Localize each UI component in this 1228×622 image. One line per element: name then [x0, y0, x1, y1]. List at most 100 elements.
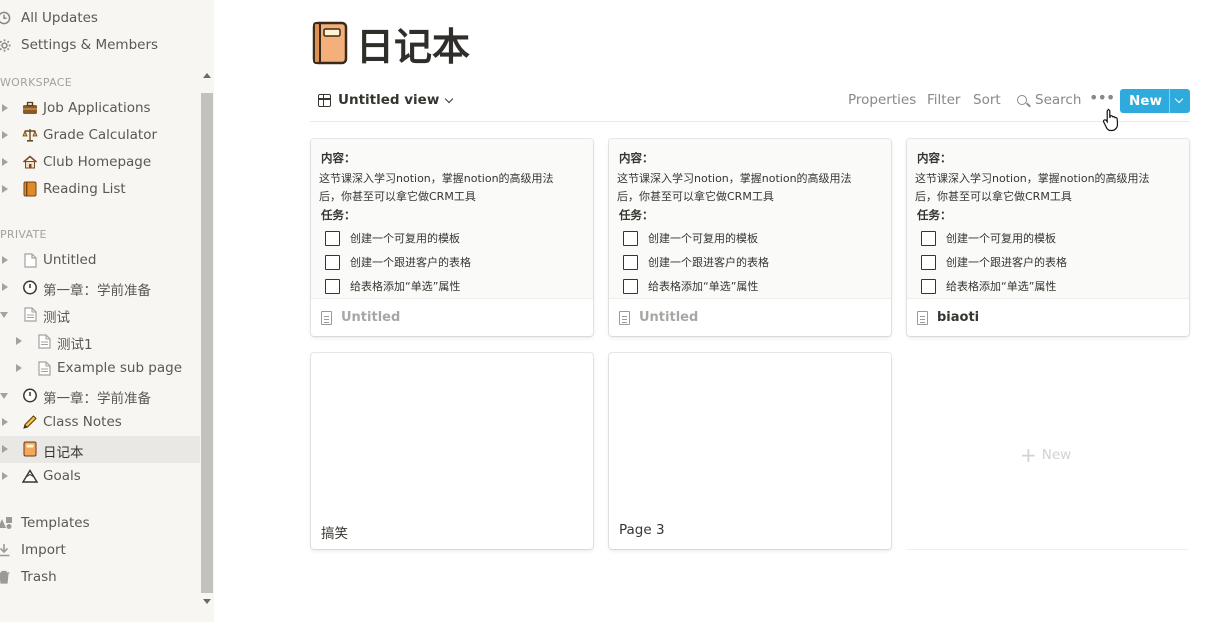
- card-footer: biaoti: [917, 310, 979, 325]
- expand-icon[interactable]: [2, 283, 8, 291]
- sidebar-item-class-notes[interactable]: Class Notes: [0, 409, 200, 436]
- properties-button[interactable]: Properties: [848, 92, 916, 108]
- sidebar-item-test1[interactable]: 测试1: [0, 328, 200, 355]
- sidebar-item-label: 测试: [43, 310, 70, 326]
- scroll-down-icon[interactable]: [203, 599, 211, 604]
- hand-cursor-icon: [1102, 108, 1119, 132]
- gallery-card[interactable]: 内容： 这节课深入学习notion，掌握notion的高级用法 后，你甚至可以拿…: [311, 139, 593, 336]
- doc-icon: [21, 305, 39, 323]
- sidebar-item-job-applications[interactable]: Job Applications: [0, 95, 200, 122]
- expand-icon[interactable]: [2, 418, 8, 426]
- sidebar-item-grade-calculator[interactable]: Grade Calculator: [0, 122, 200, 149]
- sidebar-item-label: Templates: [21, 515, 90, 531]
- preview-task: 给表格添加“单选”属性: [921, 277, 1056, 295]
- mountain-icon: [21, 467, 39, 485]
- expand-icon[interactable]: [2, 472, 8, 480]
- sidebar-item-label: 测试1: [57, 337, 93, 353]
- checkbox: [325, 278, 340, 294]
- new-card-button[interactable]: + New: [906, 353, 1188, 549]
- sidebar-item-untitled[interactable]: Untitled: [0, 247, 200, 274]
- sort-button[interactable]: Sort: [973, 92, 1001, 108]
- search-button[interactable]: Search: [1035, 92, 1081, 108]
- plus-icon: +: [1020, 443, 1037, 467]
- checkbox: [623, 254, 638, 270]
- preview-content-text: 这节课深入学习notion，掌握notion的高级用法 后，你甚至可以拿它做CR…: [617, 172, 852, 203]
- sidebar-item-goals[interactable]: Goals: [0, 463, 200, 490]
- sidebar-item-label: Import: [21, 542, 66, 558]
- sidebar-item-label: Job Applications: [43, 100, 151, 116]
- expand-icon[interactable]: [2, 445, 8, 453]
- sidebar-item-test[interactable]: 测试: [0, 301, 200, 328]
- card-preview: 内容： 这节课深入学习notion，掌握notion的高级用法 后，你甚至可以拿…: [311, 139, 593, 299]
- sidebar-item-label: Goals: [43, 468, 81, 484]
- gallery-card[interactable]: 搞笑: [311, 353, 593, 549]
- filter-button[interactable]: Filter: [927, 92, 960, 108]
- trash-icon: [0, 568, 13, 586]
- sidebar-item-templates[interactable]: Templates: [0, 510, 200, 537]
- sidebar-scrollbar-thumb[interactable]: [201, 93, 213, 593]
- expand-icon[interactable]: [2, 158, 8, 166]
- gallery-card[interactable]: 内容： 这节课深入学习notion，掌握notion的高级用法 后，你甚至可以拿…: [609, 139, 891, 336]
- card-preview: 内容： 这节课深入学习notion，掌握notion的高级用法 后，你甚至可以拿…: [907, 139, 1189, 299]
- expand-icon[interactable]: [2, 185, 8, 193]
- sidebar-item-reading-list[interactable]: Reading List: [0, 176, 200, 203]
- notebook-icon[interactable]: [312, 21, 348, 65]
- checkbox: [921, 230, 936, 246]
- new-button[interactable]: New: [1120, 89, 1190, 113]
- view-name: Untitled view: [338, 92, 440, 108]
- section-label-workspace: WORKSPACE: [0, 76, 72, 89]
- page-title[interactable]: 日记本: [312, 16, 470, 71]
- gallery-card[interactable]: 内容： 这节课深入学习notion，掌握notion的高级用法 后，你甚至可以拿…: [907, 139, 1189, 336]
- expand-icon[interactable]: [2, 131, 8, 139]
- preview-tasks-heading: 任务：: [619, 208, 654, 222]
- import-icon: [0, 541, 13, 559]
- sidebar-item-example-sub-page[interactable]: Example sub page: [0, 355, 200, 382]
- sidebar-item-all-updates[interactable]: All Updates: [0, 5, 200, 32]
- doc-icon: [21, 251, 39, 269]
- more-options-icon[interactable]: •••: [1089, 88, 1115, 107]
- scroll-up-icon[interactable]: [203, 73, 211, 78]
- sidebar-item-label: Trash: [21, 569, 57, 585]
- preview-task: 给表格添加“单选”属性: [325, 277, 460, 295]
- scales-emoji-icon: [21, 126, 39, 144]
- doc-icon: [35, 332, 53, 350]
- chevron-down-icon[interactable]: [1174, 94, 1184, 104]
- collapse-icon[interactable]: [0, 393, 8, 399]
- sidebar-item-label: 日记本: [43, 445, 84, 461]
- expand-icon[interactable]: [2, 256, 8, 264]
- sidebar-item-chapter-one-2[interactable]: 第一章：学前准备: [0, 382, 200, 409]
- sidebar-item-import[interactable]: Import: [0, 537, 200, 564]
- chevron-down-icon: [445, 94, 454, 103]
- expand-icon[interactable]: [16, 337, 22, 345]
- new-button-divider: [1169, 89, 1170, 113]
- sidebar-item-chapter-one[interactable]: 第一章：学前准备: [0, 274, 200, 301]
- card-footer: Untitled: [619, 310, 698, 325]
- page-title-text[interactable]: 日记本: [356, 16, 470, 71]
- card-title: biaoti: [937, 310, 980, 325]
- collapse-icon[interactable]: [0, 312, 8, 318]
- house-emoji-icon: [21, 153, 39, 171]
- expand-icon[interactable]: [16, 364, 22, 372]
- preview-content-heading: 内容：: [619, 151, 654, 165]
- preview-task: 创建一个可复用的模板: [325, 229, 460, 247]
- view-selector[interactable]: Untitled view: [318, 92, 454, 108]
- expand-icon[interactable]: [2, 104, 8, 112]
- preview-content-heading: 内容：: [321, 151, 356, 165]
- gallery-view-icon: [318, 93, 331, 107]
- book-emoji-icon: [21, 180, 39, 198]
- sidebar: All Updates Settings & Members WORKSPACE…: [0, 0, 214, 622]
- search-icon[interactable]: [1017, 95, 1027, 105]
- sidebar-item-diary[interactable]: 日记本: [0, 436, 200, 463]
- sidebar-item-trash[interactable]: Trash: [0, 564, 200, 591]
- new-card-label: + New: [1020, 443, 1072, 467]
- clock-icon: [0, 9, 13, 27]
- sidebar-item-club-homepage[interactable]: Club Homepage: [0, 149, 200, 176]
- sidebar-item-label: Settings & Members: [21, 37, 159, 53]
- doc-icon: [321, 310, 332, 325]
- sidebar-item-label: Club Homepage: [43, 154, 152, 170]
- card-title: 搞笑: [321, 526, 348, 542]
- sidebar-item-settings[interactable]: Settings & Members: [0, 32, 200, 59]
- card-footer: Untitled: [321, 310, 400, 325]
- preview-content-heading: 内容：: [917, 151, 952, 165]
- gallery-card[interactable]: Page 3: [609, 353, 891, 549]
